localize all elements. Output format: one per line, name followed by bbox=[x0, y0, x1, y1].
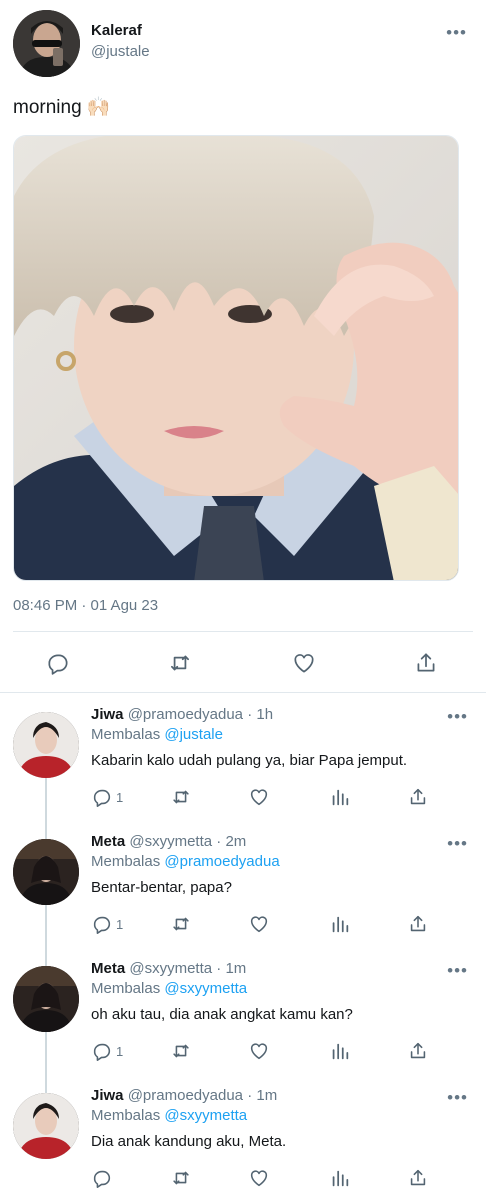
tweet-timestamp[interactable]: 08:46 PM · 01 Agu 23 bbox=[13, 597, 158, 614]
more-options-icon[interactable]: ••• bbox=[446, 24, 467, 41]
mention-link[interactable]: @pramoedyadua bbox=[164, 853, 279, 870]
divider bbox=[13, 631, 473, 632]
reply-actions: 1 bbox=[91, 1038, 451, 1064]
reply-icon[interactable] bbox=[91, 1165, 116, 1191]
replying-label: Membalas bbox=[91, 726, 161, 743]
reply-avatar[interactable] bbox=[13, 966, 79, 1032]
reply-author-name[interactable]: Meta bbox=[91, 960, 125, 977]
separator-dot: · bbox=[247, 1087, 253, 1104]
reply-author-name[interactable]: Jiwa bbox=[91, 706, 124, 723]
reply-time[interactable]: 1h bbox=[256, 706, 273, 723]
reply-header: Meta @sxyymetta · 2m bbox=[91, 833, 246, 850]
reply-text: Dia anak kandung aku, Meta. bbox=[91, 1133, 287, 1150]
reply-time[interactable]: 1m bbox=[256, 1087, 277, 1104]
replying-label: Membalas bbox=[91, 853, 161, 870]
more-options-icon[interactable]: ••• bbox=[447, 708, 468, 725]
reply-header: Meta @sxyymetta · 1m bbox=[91, 960, 246, 977]
replying-to: Membalas @sxyymetta bbox=[91, 980, 247, 997]
retweet-icon[interactable] bbox=[162, 645, 198, 681]
mention-link[interactable]: @justale bbox=[164, 726, 223, 743]
like-icon[interactable] bbox=[248, 911, 270, 937]
reply-actions: 1 bbox=[91, 784, 451, 810]
tweet-header: Kaleraf @justale ••• bbox=[13, 10, 473, 78]
reply-icon[interactable] bbox=[40, 645, 76, 681]
reply-header: Jiwa @pramoedyadua · 1h bbox=[91, 706, 273, 723]
reply-count: 1 bbox=[116, 789, 124, 805]
tweet-text: morning 🙌🏻 bbox=[13, 97, 111, 118]
divider bbox=[0, 692, 486, 693]
reply-author-handle[interactable]: @pramoedyadua bbox=[128, 1087, 243, 1104]
retweet-icon[interactable] bbox=[169, 911, 193, 937]
more-options-icon[interactable]: ••• bbox=[447, 962, 468, 979]
replying-label: Membalas bbox=[91, 1107, 161, 1124]
reply-count: 1 bbox=[116, 916, 124, 932]
reply-author-handle[interactable]: @sxyymetta bbox=[129, 833, 212, 850]
reply-author-handle[interactable]: @pramoedyadua bbox=[128, 706, 243, 723]
reply-time[interactable]: 1m bbox=[225, 960, 246, 977]
main-tweet: Kaleraf @justale ••• morning 🙌🏻 08:46 PM… bbox=[0, 0, 486, 694]
share-icon[interactable] bbox=[408, 645, 444, 681]
replying-to: Membalas @pramoedyadua bbox=[91, 853, 280, 870]
more-options-icon[interactable]: ••• bbox=[447, 1089, 468, 1106]
analytics-icon[interactable] bbox=[329, 911, 351, 937]
share-icon[interactable] bbox=[407, 1165, 429, 1191]
reply-text: oh aku tau, dia anak angkat kamu kan? bbox=[91, 1006, 353, 1023]
author-handle[interactable]: @justale bbox=[91, 43, 150, 60]
reply-tweet[interactable]: Jiwa @pramoedyadua · 1h ••• Membalas @ju… bbox=[0, 700, 486, 827]
analytics-icon[interactable] bbox=[329, 1038, 351, 1064]
reply-avatar[interactable] bbox=[13, 1093, 79, 1159]
like-icon[interactable] bbox=[286, 645, 322, 681]
author-name[interactable]: Kaleraf bbox=[91, 22, 142, 39]
author-avatar[interactable] bbox=[13, 10, 80, 77]
analytics-icon[interactable] bbox=[329, 1165, 351, 1191]
share-icon[interactable] bbox=[407, 784, 429, 810]
reply-actions: 1 bbox=[91, 911, 451, 937]
more-options-icon[interactable]: ••• bbox=[447, 835, 468, 852]
like-icon[interactable] bbox=[248, 1165, 270, 1191]
reply-icon[interactable]: 1 bbox=[91, 911, 123, 937]
reply-author-name[interactable]: Meta bbox=[91, 833, 125, 850]
retweet-icon[interactable] bbox=[169, 1165, 193, 1191]
reply-time[interactable]: 2m bbox=[225, 833, 246, 850]
reply-icon[interactable]: 1 bbox=[91, 1038, 123, 1064]
reply-actions bbox=[91, 1165, 451, 1191]
tweet-photo[interactable] bbox=[13, 135, 459, 581]
reply-author-handle[interactable]: @sxyymetta bbox=[129, 960, 212, 977]
reply-tweet[interactable]: Jiwa @pramoedyadua · 1m ••• Membalas @sx… bbox=[0, 1081, 486, 1200]
like-icon[interactable] bbox=[248, 784, 270, 810]
retweet-icon[interactable] bbox=[169, 784, 193, 810]
replying-label: Membalas bbox=[91, 980, 161, 997]
reply-icon[interactable]: 1 bbox=[91, 784, 123, 810]
reply-avatar[interactable] bbox=[13, 839, 79, 905]
reply-tweet[interactable]: Meta @sxyymetta · 1m ••• Membalas @sxyym… bbox=[0, 954, 486, 1081]
separator-dot: · bbox=[216, 833, 222, 850]
reply-text: Bentar-bentar, papa? bbox=[91, 879, 232, 896]
separator-dot: · bbox=[216, 960, 222, 977]
like-icon[interactable] bbox=[248, 1038, 270, 1064]
share-icon[interactable] bbox=[407, 1038, 429, 1064]
replying-to: Membalas @justale bbox=[91, 726, 223, 743]
tweet-actions bbox=[0, 645, 486, 681]
reply-header: Jiwa @pramoedyadua · 1m bbox=[91, 1087, 277, 1104]
reply-author-name[interactable]: Jiwa bbox=[91, 1087, 124, 1104]
mention-link[interactable]: @sxyymetta bbox=[164, 1107, 247, 1124]
separator-dot: · bbox=[247, 706, 253, 723]
mention-link[interactable]: @sxyymetta bbox=[164, 980, 247, 997]
reply-text: Kabarin kalo udah pulang ya, biar Papa j… bbox=[91, 752, 408, 769]
reply-avatar[interactable] bbox=[13, 712, 79, 778]
analytics-icon[interactable] bbox=[329, 784, 351, 810]
retweet-icon[interactable] bbox=[169, 1038, 193, 1064]
reply-tweet[interactable]: Meta @sxyymetta · 2m ••• Membalas @pramo… bbox=[0, 827, 486, 954]
share-icon[interactable] bbox=[407, 911, 429, 937]
reply-count: 1 bbox=[116, 1043, 124, 1059]
replying-to: Membalas @sxyymetta bbox=[91, 1107, 247, 1124]
